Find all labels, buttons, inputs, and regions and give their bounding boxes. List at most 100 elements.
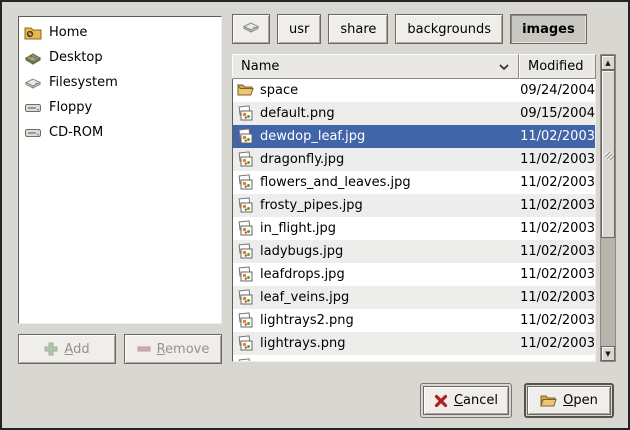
sidebar-item-desktop[interactable]: Desktop — [21, 45, 219, 70]
file-row-lightrays2.png[interactable]: lightrays2.png 11/02/2003 — [233, 309, 595, 332]
image-file-icon — [237, 289, 254, 306]
cancel-x-icon — [434, 394, 448, 408]
file-modified-date: 09/15/2004 — [514, 106, 595, 121]
file-row-leafdrops.jpg[interactable]: leafdrops.jpg 11/02/2003 — [233, 263, 595, 286]
cancel-button-label: Cancel — [454, 393, 498, 408]
file-name: leafdrops.jpg — [260, 267, 345, 282]
sidebar-item-filesystem[interactable]: Filesystem — [21, 70, 219, 95]
path-button-images[interactable]: images — [510, 14, 587, 44]
image-file-icon — [237, 174, 254, 191]
file-row-frosty_pipes.jpg[interactable]: frosty_pipes.jpg 11/02/2003 — [233, 194, 595, 217]
chevron-down-icon — [498, 62, 510, 72]
desktop-icon — [24, 49, 42, 67]
sidebar-item-home[interactable]: Home — [21, 20, 219, 45]
image-file-icon — [237, 266, 254, 283]
file-modified-date: 11/02/2003 — [514, 221, 595, 236]
file-row-in_flight.jpg[interactable]: in_flight.jpg 11/02/2003 — [233, 217, 595, 240]
file-name: default.png — [260, 106, 335, 121]
file-name: in_flight.jpg — [260, 221, 336, 236]
file-name: lightrays.png — [260, 336, 345, 351]
path-button-label: backgrounds — [407, 22, 491, 37]
plus-icon — [44, 342, 58, 356]
file-modified-date: 11/02/2003 — [514, 198, 595, 213]
minus-icon — [137, 342, 151, 356]
column-header-modified[interactable]: Modified — [519, 54, 596, 79]
path-button-label: usr — [289, 22, 309, 37]
image-file-icon — [237, 128, 254, 145]
filesystem-icon — [242, 18, 260, 40]
file-name: ladybugs.jpg — [260, 244, 343, 259]
sidebar-item-label: CD-ROM — [49, 125, 103, 140]
scroll-down-arrow-icon[interactable]: ▼ — [601, 346, 615, 361]
file-chooser-dialog: Home Desktop Filesystem Floppy CD-ROM Add Re… — [0, 0, 630, 430]
cancel-button[interactable]: Cancel — [423, 386, 509, 415]
file-modified-date: 11/02/2003 — [514, 175, 595, 190]
sidebar-item-cd-rom[interactable]: CD-ROM — [21, 120, 219, 145]
file-modified-date: 11/02/2003 — [514, 313, 595, 328]
file-modified-date: 11/02/2003 — [514, 152, 595, 167]
file-modified-date: 11/02/2003 — [514, 244, 595, 259]
file-modified-date: 11/02/2003 — [514, 336, 595, 351]
image-file-icon — [237, 335, 254, 352]
file-row-space[interactable]: space 09/24/2004 — [233, 79, 595, 102]
add-shortcut-button[interactable]: Add — [18, 334, 116, 364]
file-modified-date: 11/02/2003 — [514, 129, 595, 144]
file-row-flowers_and_leaves.jpg[interactable]: flowers_and_leaves.jpg 11/02/2003 — [233, 171, 595, 194]
grip-icon — [602, 148, 614, 160]
file-row-partial[interactable] — [233, 355, 595, 362]
path-button-usr[interactable]: usr — [277, 14, 321, 44]
sidebar-item-label: Floppy — [49, 100, 92, 115]
sidebar-item-label: Filesystem — [49, 75, 118, 90]
vertical-scrollbar[interactable]: ▲ ▼ — [600, 54, 616, 362]
places-sidebar: Home Desktop Filesystem Floppy CD-ROM — [18, 16, 222, 324]
dialog-actions: Cancel Open — [420, 383, 614, 418]
file-row-ladybugs.jpg[interactable]: ladybugs.jpg 11/02/2003 — [233, 240, 595, 263]
column-header-name[interactable]: Name — [232, 54, 519, 79]
file-name: frosty_pipes.jpg — [260, 198, 363, 213]
open-button[interactable]: Open — [527, 386, 611, 415]
image-file-icon — [237, 151, 254, 168]
scroll-up-arrow-icon[interactable]: ▲ — [601, 55, 615, 70]
file-modified-date: 11/02/2003 — [514, 290, 595, 305]
file-name: space — [260, 83, 298, 98]
column-name-label: Name — [241, 59, 279, 74]
file-row-leaf_veins.jpg[interactable]: leaf_veins.jpg11/02/2003 — [233, 286, 595, 309]
home-icon — [24, 24, 42, 42]
file-row-default.png[interactable]: default.png 09/15/2004 — [233, 102, 595, 125]
path-button-share[interactable]: share — [328, 14, 388, 44]
left-pane: Home Desktop Filesystem Floppy CD-ROM Add Re… — [18, 16, 222, 364]
file-name: lightrays2.png — [260, 313, 354, 328]
path-bar: usr share backgrounds images — [232, 14, 616, 44]
drive-icon — [24, 99, 42, 117]
file-name: flowers_and_leaves.jpg — [260, 175, 411, 190]
open-folder-icon — [540, 393, 557, 408]
file-list: Name Modified space 09/24/2004 default.png… — [232, 54, 596, 362]
path-button-root[interactable] — [232, 14, 270, 44]
file-name: dragonfly.jpg — [260, 152, 344, 167]
add-button-label: Add — [64, 342, 89, 357]
file-name: dewdop_leaf.jpg — [260, 129, 365, 144]
sidebar-item-label: Desktop — [49, 50, 103, 65]
list-header: Name Modified — [232, 54, 596, 79]
drive-icon — [24, 124, 42, 142]
path-button-label: share — [340, 22, 376, 37]
file-modified-date: 11/02/2003 — [514, 267, 595, 282]
scrollbar-thumb[interactable] — [601, 70, 615, 238]
open-button-ring: Open — [524, 383, 614, 418]
remove-shortcut-button[interactable]: Remove — [124, 334, 222, 364]
path-button-backgrounds[interactable]: backgrounds — [395, 14, 503, 44]
folder-icon — [237, 82, 254, 99]
open-button-label: Open — [563, 393, 598, 408]
path-button-label: images — [522, 22, 575, 37]
image-file-icon — [237, 220, 254, 237]
shortcut-buttons: Add Remove — [18, 334, 222, 364]
sidebar-item-floppy[interactable]: Floppy — [21, 95, 219, 120]
file-row-dewdop_leaf.jpg[interactable]: dewdop_leaf.jpg 11/02/2003 — [233, 125, 595, 148]
image-file-icon — [237, 358, 254, 362]
image-file-icon — [237, 197, 254, 214]
file-row-lightrays.png[interactable]: lightrays.png 11/02/2003 — [233, 332, 595, 355]
file-modified-date: 09/24/2004 — [514, 83, 595, 98]
file-row-dragonfly.jpg[interactable]: dragonfly.jpg 11/02/2003 — [233, 148, 595, 171]
column-modified-label: Modified — [528, 59, 583, 74]
image-file-icon — [237, 105, 254, 122]
